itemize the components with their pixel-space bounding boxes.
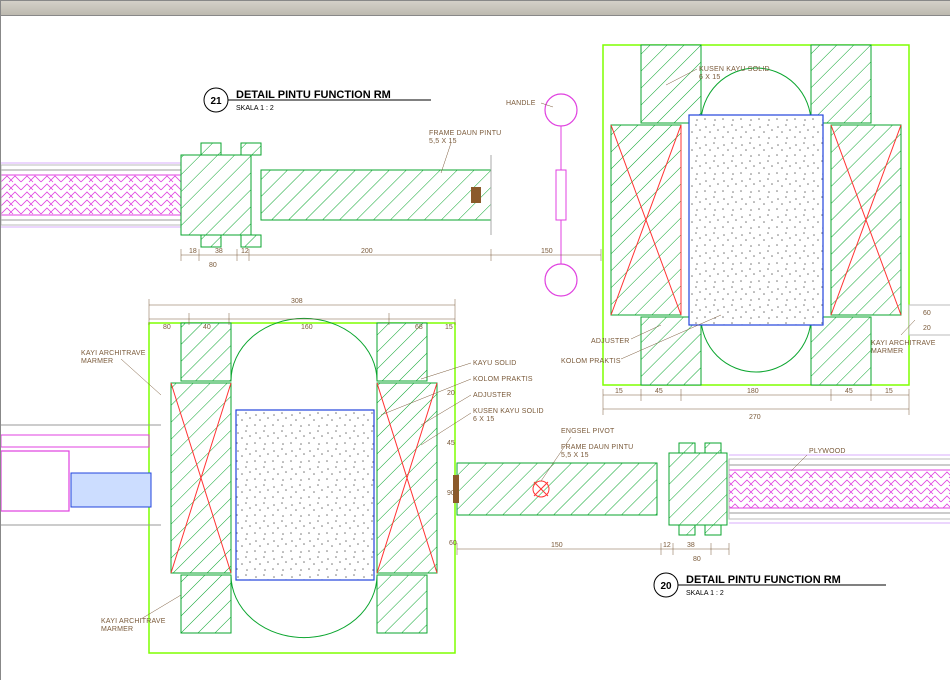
- svg-text:150: 150: [541, 248, 553, 255]
- svg-text:38: 38: [215, 248, 223, 255]
- wall-left-21: [1, 163, 181, 227]
- svg-text:15: 15: [615, 388, 623, 395]
- detail-20-bubble: 20 DETAIL PINTU FUNCTION RM SKALA 1 : 2: [654, 573, 886, 597]
- detail-20-title: DETAIL PINTU FUNCTION RM: [686, 574, 841, 586]
- svg-text:12: 12: [241, 248, 249, 255]
- svg-text:60: 60: [923, 310, 931, 317]
- svg-text:308: 308: [291, 298, 303, 305]
- svg-text:12: 12: [663, 542, 671, 549]
- svg-text:80: 80: [163, 324, 171, 331]
- label-archi-21: KAYI ARCHITRAVEMARMER: [871, 340, 936, 355]
- svg-text:160: 160: [301, 324, 313, 331]
- window-titlebar: [1, 1, 950, 16]
- drawing-svg: 21 DETAIL PINTU FUNCTION RM SKALA 1 : 2: [1, 15, 950, 680]
- door-leaf-20: [453, 463, 657, 515]
- kusen-block-20: [149, 318, 455, 653]
- plywood-wall-20: [729, 455, 950, 523]
- bubble-number-21: 21: [210, 96, 222, 107]
- label-kolom-21: KOLOM PRAKTIS: [561, 358, 621, 365]
- label-archi-20-bot: KAYI ARCHITRAVEMARMER: [101, 618, 166, 633]
- wall-20: [1, 425, 161, 525]
- svg-text:20: 20: [923, 325, 931, 332]
- cad-viewport[interactable]: 21 DETAIL PINTU FUNCTION RM SKALA 1 : 2: [0, 0, 950, 680]
- label-handle: HANDLE: [506, 100, 536, 107]
- svg-text:45: 45: [655, 388, 663, 395]
- svg-text:40: 40: [203, 324, 211, 331]
- svg-text:60: 60: [449, 540, 457, 547]
- svg-text:15: 15: [885, 388, 893, 395]
- label-kolom-20: KOLOM PRAKTIS: [473, 376, 533, 383]
- svg-text:90: 90: [447, 490, 455, 497]
- svg-text:180: 180: [747, 388, 759, 395]
- svg-text:20: 20: [447, 390, 455, 397]
- svg-text:200: 200: [361, 248, 373, 255]
- svg-text:270: 270: [749, 414, 761, 421]
- label-archi-20-top: KAYI ARCHITRAVEMARMER: [81, 350, 146, 365]
- label-plywood-20: PLYWOOD: [809, 448, 846, 455]
- svg-text:80: 80: [693, 556, 701, 563]
- label-kusen-21: KUSEN KAYU SOLID6 X 15: [699, 66, 770, 81]
- label-adjuster-21: ADJUSTER: [591, 338, 630, 345]
- handle-21: [545, 94, 577, 296]
- label-engsel-20: ENGSEL PIVOT: [561, 428, 615, 435]
- svg-text:80: 80: [209, 262, 217, 269]
- svg-text:68: 68: [415, 324, 423, 331]
- detail-21-scale: SKALA 1 : 2: [236, 105, 274, 112]
- svg-text:18: 18: [189, 248, 197, 255]
- label-kusen-20: KUSEN KAYU SOLID6 X 15: [473, 408, 544, 423]
- kusen-right-21: [603, 45, 909, 385]
- label-adjuster-20: ADJUSTER: [473, 392, 512, 399]
- kusen-left-21: [181, 143, 261, 247]
- door-leaf-21: [261, 155, 491, 235]
- svg-text:15: 15: [445, 324, 453, 331]
- detail-20-scale: SKALA 1 : 2: [686, 590, 724, 597]
- label-frame-daun-20: FRAME DAUN PINTU5,5 X 15: [561, 444, 633, 459]
- svg-text:38: 38: [687, 542, 695, 549]
- svg-text:45: 45: [845, 388, 853, 395]
- svg-text:45: 45: [447, 440, 455, 447]
- label-kayu-20: KAYU SOLID: [473, 360, 517, 367]
- detail-21-bubble: 21 DETAIL PINTU FUNCTION RM SKALA 1 : 2: [204, 88, 431, 112]
- bubble-number-20: 20: [660, 581, 672, 592]
- kusen-right-20: [669, 443, 727, 535]
- detail-21-title: DETAIL PINTU FUNCTION RM: [236, 89, 391, 101]
- label-frame-daun-21: FRAME DAUN PINTU5,5 X 15: [429, 130, 501, 145]
- detail-20: 308 80 40 160 68 15 150 12 38 80 20: [1, 298, 950, 653]
- svg-text:150: 150: [551, 542, 563, 549]
